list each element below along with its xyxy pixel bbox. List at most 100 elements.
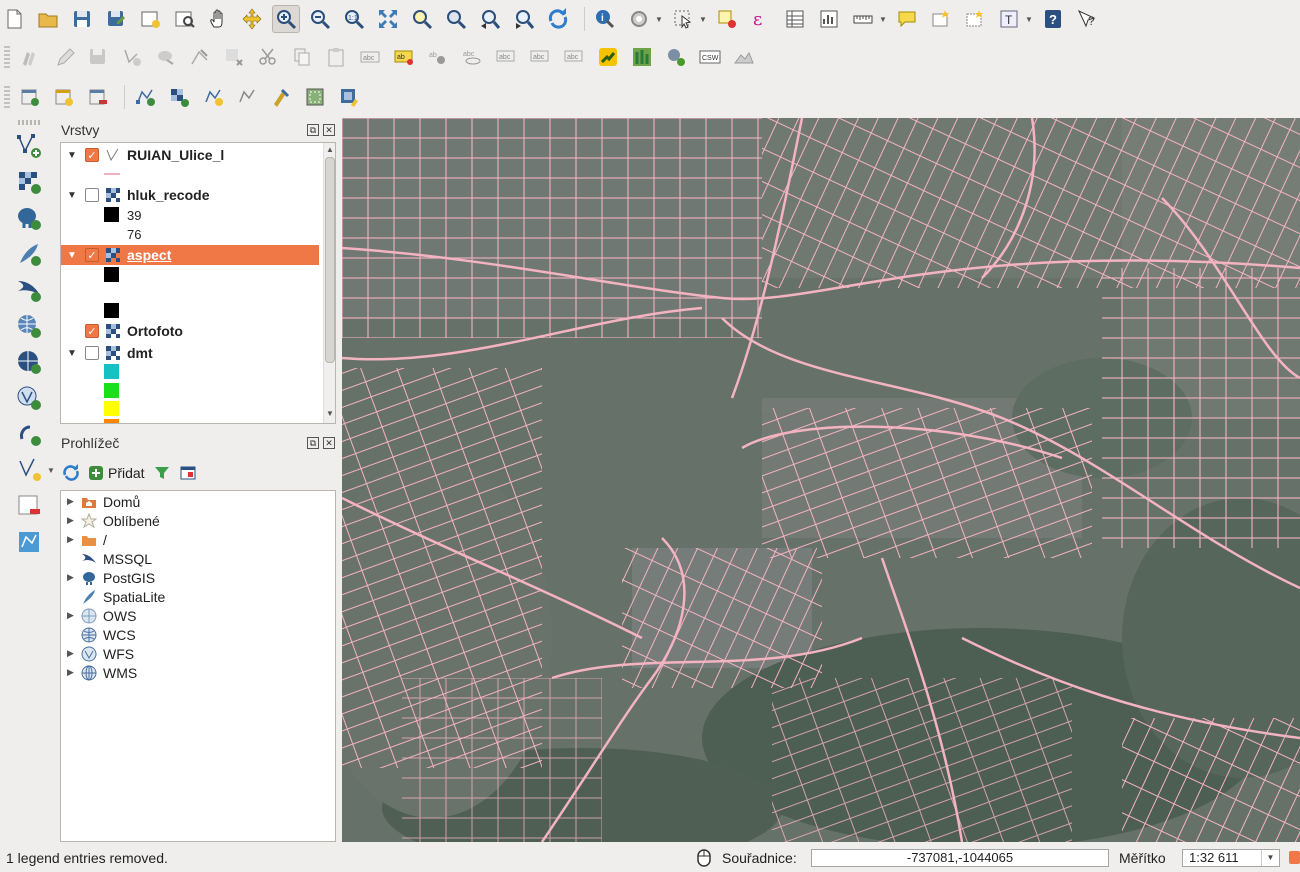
properties-icon[interactable]: [179, 464, 197, 482]
new-shapefile-icon[interactable]: [14, 527, 44, 557]
expand-arrow-icon[interactable]: ▶: [67, 648, 81, 659]
layer-visibility-checkbox[interactable]: [85, 188, 99, 202]
deselect-all-icon[interactable]: [713, 5, 741, 33]
expand-arrow-icon[interactable]: ▶: [67, 610, 81, 621]
scale-combobox[interactable]: 1:32 611 ▼: [1182, 849, 1280, 867]
add-wfs-layer-icon[interactable]: [14, 383, 44, 413]
zoom-to-selection-icon[interactable]: [408, 5, 436, 33]
layer-visibility-checkbox[interactable]: [85, 248, 99, 262]
save-project-icon[interactable]: [68, 5, 96, 33]
zoom-last-icon[interactable]: [476, 5, 504, 33]
chevron-down-icon[interactable]: ▼: [1025, 15, 1033, 24]
raster-calculator-icon[interactable]: [301, 83, 329, 111]
move-feature-icon[interactable]: [152, 43, 180, 71]
raster-info-icon[interactable]: [335, 83, 363, 111]
text-annotation-icon[interactable]: T: [995, 5, 1023, 33]
vector-table-icon[interactable]: [16, 83, 44, 111]
map-canvas[interactable]: [342, 118, 1300, 842]
float-panel-icon[interactable]: ⧉: [307, 124, 319, 136]
chevron-down-icon[interactable]: ▼: [47, 466, 55, 475]
float-panel-icon[interactable]: ⧉: [307, 437, 319, 449]
change-label-icon[interactable]: abc: [560, 43, 588, 71]
scrollbar-thumb[interactable]: [325, 157, 335, 363]
chevron-down-icon[interactable]: ▼: [879, 15, 887, 24]
remove-layer-icon[interactable]: [14, 491, 44, 521]
save-edits-icon[interactable]: [84, 43, 112, 71]
add-raster-layer-icon[interactable]: [14, 167, 44, 197]
new-bookmark-icon[interactable]: [927, 5, 955, 33]
copy-features-icon[interactable]: [288, 43, 316, 71]
layer-row-dmt[interactable]: ▼ dmt: [61, 343, 319, 363]
chevron-down-icon[interactable]: ▼: [655, 15, 663, 24]
close-panel-icon[interactable]: ✕: [323, 437, 335, 449]
close-panel-icon[interactable]: ✕: [323, 124, 335, 136]
attribute-table-icon[interactable]: [781, 5, 809, 33]
render-checkbox[interactable]: [1289, 851, 1300, 864]
collapse-arrow-icon[interactable]: ▼: [67, 190, 81, 201]
select-features-icon[interactable]: [669, 5, 697, 33]
expand-arrow-icon[interactable]: ▶: [67, 515, 81, 526]
vector-add-icon[interactable]: [50, 83, 78, 111]
refresh-icon[interactable]: [544, 5, 572, 33]
label-toolbar-icon[interactable]: abc: [356, 43, 384, 71]
new-gpx-icon[interactable]: [233, 83, 261, 111]
layer-row-ortofoto[interactable]: Ortofoto: [61, 321, 319, 341]
move-label-icon[interactable]: abc: [492, 43, 520, 71]
new-spatialite-icon[interactable]: [199, 83, 227, 111]
georeferencer-icon[interactable]: [267, 83, 295, 111]
vector-remove-icon[interactable]: [84, 83, 112, 111]
refresh-icon[interactable]: [62, 464, 80, 482]
browser-item-home[interactable]: ▶ Domů: [61, 492, 140, 511]
expand-arrow-icon[interactable]: ▶: [67, 534, 81, 545]
filter-icon[interactable]: [153, 464, 171, 482]
zoom-in-icon[interactable]: [272, 5, 300, 33]
statistics-icon[interactable]: [815, 5, 843, 33]
help-icon[interactable]: ?: [1039, 5, 1067, 33]
chevron-down-icon[interactable]: ▼: [1261, 850, 1279, 866]
zoom-full-icon[interactable]: [374, 5, 402, 33]
layer-visibility-checkbox[interactable]: [85, 346, 99, 360]
new-vector-layer-icon[interactable]: [131, 83, 159, 111]
identify-features-icon[interactable]: i: [591, 5, 619, 33]
show-hide-labels-icon[interactable]: abc: [458, 43, 486, 71]
open-project-icon[interactable]: [34, 5, 62, 33]
add-mssql-layer-icon[interactable]: [14, 275, 44, 305]
expand-arrow-icon[interactable]: ▶: [67, 572, 81, 583]
show-bookmarks-icon[interactable]: [961, 5, 989, 33]
pan-to-selection-icon[interactable]: [238, 5, 266, 33]
toolbar-grip[interactable]: [18, 120, 40, 125]
expand-arrow-icon[interactable]: ▶: [67, 496, 81, 507]
add-wms-layer-icon[interactable]: [14, 311, 44, 341]
browser-item-favorites[interactable]: ▶ Oblíbené: [61, 511, 160, 530]
browser-item-wfs[interactable]: ▶ WFS: [61, 644, 134, 663]
new-print-layout-icon[interactable]: [136, 5, 164, 33]
save-as-icon[interactable]: [102, 5, 130, 33]
browser-item-mssql[interactable]: MSSQL: [61, 549, 152, 568]
zoom-native-resolution-icon[interactable]: 1:1: [340, 5, 368, 33]
zoom-out-icon[interactable]: [306, 5, 334, 33]
measure-line-icon[interactable]: [849, 5, 877, 33]
layers-scrollbar[interactable]: ▲ ▼: [323, 143, 335, 423]
add-button[interactable]: Přidat: [88, 465, 145, 481]
new-raster-layer-icon[interactable]: [165, 83, 193, 111]
scroll-down-icon[interactable]: ▼: [324, 409, 335, 418]
add-spatialite-layer-icon[interactable]: [14, 239, 44, 269]
scroll-up-icon[interactable]: ▲: [324, 145, 335, 154]
collapse-arrow-icon[interactable]: ▼: [67, 250, 81, 261]
python-plugin-icon[interactable]: [594, 43, 622, 71]
mouse-coordinates-icon[interactable]: [696, 849, 712, 867]
chevron-down-icon[interactable]: ▼: [699, 15, 707, 24]
map-tips-icon[interactable]: [893, 5, 921, 33]
run-action-icon[interactable]: [625, 5, 653, 33]
add-virtual-layer-icon[interactable]: ▼: [14, 455, 58, 485]
layer-visibility-checkbox[interactable]: [85, 148, 99, 162]
terrain-profile-icon[interactable]: [730, 43, 758, 71]
layers-tree[interactable]: ▼ RUIAN_Ulice_l ▼ hluk_recode 39 76 ▼ as…: [60, 142, 336, 424]
layout-manager-icon[interactable]: [170, 5, 198, 33]
expand-arrow-icon[interactable]: ▶: [67, 667, 81, 678]
browser-tree[interactable]: ▶ Domů ▶ Oblíbené ▶ / MSSQL ▶ PostGIS Sp…: [60, 490, 336, 842]
collapse-arrow-icon[interactable]: ▼: [67, 150, 81, 161]
layer-row-aspect[interactable]: ▼ aspect: [61, 245, 319, 265]
browser-item-spatialite[interactable]: SpatiaLite: [61, 587, 165, 606]
cut-features-icon[interactable]: [254, 43, 282, 71]
